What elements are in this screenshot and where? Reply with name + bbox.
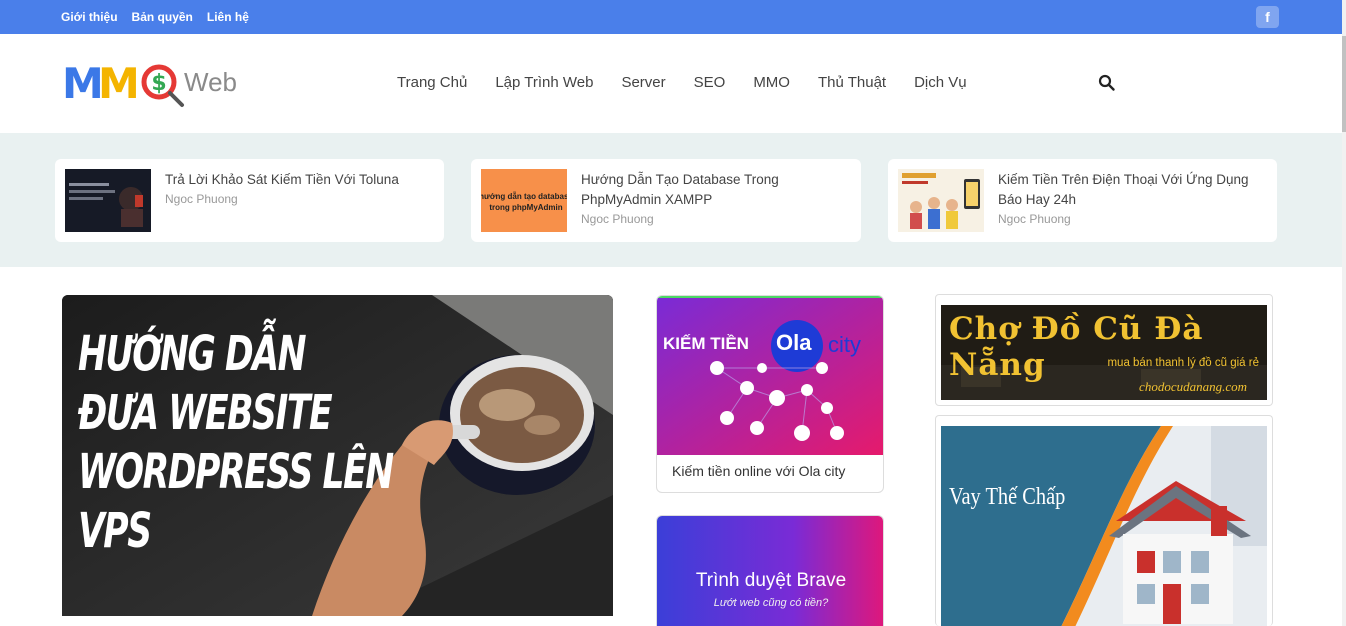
featured-title[interactable]: Trả Lời Khảo Sát Kiếm Tiền Với Toluna	[165, 170, 430, 190]
side-post-image-title: Trình duyệt Brave	[695, 570, 847, 591]
side-post-image-logo-suffix: city	[828, 332, 861, 357]
ad-banner-image	[941, 426, 1267, 626]
top-link-contact[interactable]: Liên hệ	[207, 10, 249, 24]
main-post-footer	[62, 616, 613, 626]
featured-card[interactable]: Kiếm Tiền Trên Điện Thoại Với Ứng Dụng B…	[888, 159, 1277, 242]
main-post-image-text: HƯỚNG DẪN ĐƯA WEBSITE WORDPRESS LÊN VPS	[78, 326, 394, 559]
top-bar: Giới thiệu Bản quyền Liên hệ f	[0, 0, 1342, 34]
ad-url: chodocudanang.com	[1139, 379, 1247, 394]
nav-item-web-dev[interactable]: Lập Trình Web	[495, 74, 593, 91]
side-post-image	[657, 298, 883, 455]
ad-title: Chợ Đồ Cũ Đà Nẵng	[949, 311, 1204, 383]
search-icon[interactable]	[1098, 74, 1116, 92]
featured-thumb[interactable]: hướng dẫn tạo database trong phpMyAdmin	[481, 169, 567, 232]
facebook-icon[interactable]: f	[1256, 6, 1279, 28]
featured-author[interactable]: Ngoc Phuong	[998, 212, 1071, 226]
ad-title: Vay Thế Chấp	[949, 484, 1066, 510]
featured-title[interactable]: Hướng Dẫn Tạo Database Trong PhpMyAdmin …	[581, 170, 847, 210]
svg-text:$: $	[151, 71, 166, 96]
nav-item-server[interactable]: Server	[621, 74, 665, 91]
top-link-about[interactable]: Giới thiệu	[61, 10, 118, 24]
featured-thumb-image	[65, 169, 151, 232]
page-scrollbar[interactable]	[1342, 0, 1346, 626]
logo-suffix: Web	[184, 67, 237, 97]
top-links: Giới thiệu Bản quyền Liên hệ	[61, 10, 249, 24]
ad-box[interactable]: Vay Thế Chấp	[935, 415, 1273, 626]
top-link-copyright[interactable]: Bản quyền	[132, 10, 193, 24]
main-post-card[interactable]: HƯỚNG DẪN ĐƯA WEBSITE WORDPRESS LÊN VPS	[62, 295, 613, 626]
featured-author[interactable]: Ngoc Phuong	[165, 192, 238, 206]
side-post-card[interactable]: KIẾM TIỀN Ola city Kiếm tiền online với …	[656, 295, 884, 493]
scrollbar-thumb[interactable]	[1342, 36, 1346, 132]
ad-banner[interactable]: Chợ Đồ Cũ Đà Nẵng mua bán thanh lý đồ cũ…	[941, 305, 1267, 400]
nav-item-mmo[interactable]: MMO	[753, 74, 790, 91]
featured-thumb-image	[898, 169, 984, 232]
featured-thumb[interactable]	[65, 169, 151, 232]
ad-banner[interactable]: Vay Thế Chấp	[941, 426, 1267, 626]
featured-card[interactable]: Trả Lời Khảo Sát Kiếm Tiền Với Toluna Ng…	[55, 159, 444, 242]
main-nav: Trang Chủ Lập Trình Web Server SEO MMO T…	[397, 74, 995, 91]
ad-subtitle: mua bán thanh lý đồ cũ giá rẻ	[1107, 357, 1259, 369]
featured-thumb-text: hướng dẫn tạo database trong phpMyAdmin	[481, 192, 567, 212]
site-header: M M $ Web Trang Chủ Lập Trình Web Server…	[0, 34, 1342, 133]
logo-magnifier-icon: $	[141, 64, 184, 107]
side-post-caption[interactable]: Kiếm tiền online với Ola city	[672, 463, 845, 479]
nav-item-home[interactable]: Trang Chủ	[397, 74, 467, 91]
side-post-image-text: KIẾM TIỀN	[663, 334, 749, 353]
featured-strip: Trả Lời Khảo Sát Kiếm Tiền Với Toluna Ng…	[0, 133, 1342, 267]
featured-title[interactable]: Kiếm Tiền Trên Điện Thoại Với Ứng Dụng B…	[998, 170, 1263, 210]
side-post-card[interactable]: Trình duyệt Brave Lướt web cũng có tiền?	[656, 515, 884, 626]
logo-letter-m1: M	[62, 59, 104, 108]
side-post-image-subtitle: Lướt web cũng có tiền?	[713, 597, 829, 609]
ad-box[interactable]: Chợ Đồ Cũ Đà Nẵng mua bán thanh lý đồ cũ…	[935, 294, 1273, 406]
nav-item-seo[interactable]: SEO	[694, 74, 726, 91]
featured-author[interactable]: Ngoc Phuong	[581, 212, 654, 226]
nav-item-services[interactable]: Dịch Vụ	[914, 74, 967, 91]
site-logo[interactable]: M M $ Web	[62, 59, 242, 111]
side-post-image-logo: Ola	[776, 330, 812, 355]
featured-thumb[interactable]	[898, 169, 984, 232]
logo-letter-m2: M	[98, 59, 140, 108]
featured-card[interactable]: hướng dẫn tạo database trong phpMyAdmin …	[471, 159, 861, 242]
nav-item-tips[interactable]: Thủ Thuật	[818, 74, 886, 91]
